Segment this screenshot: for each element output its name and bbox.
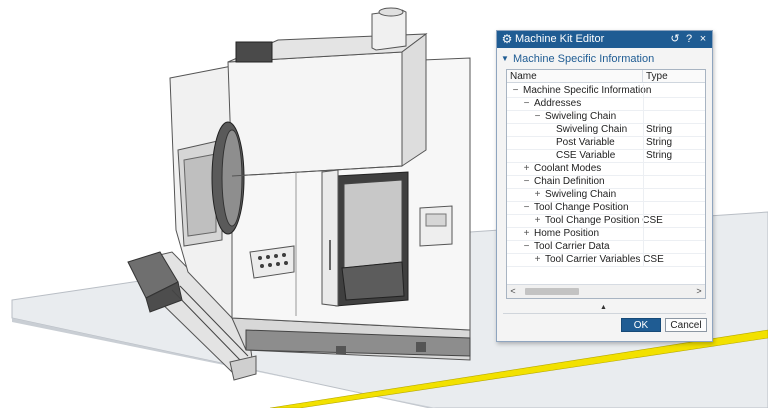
- column-header-type[interactable]: Type: [643, 70, 705, 83]
- horizontal-scrollbar[interactable]: < >: [507, 284, 705, 298]
- reset-icon[interactable]: ↺: [669, 32, 681, 46]
- column-separator: [643, 188, 644, 201]
- tree-item-label: Home Position: [534, 228, 600, 239]
- column-separator: [643, 162, 644, 175]
- tree-item-label: Addresses: [534, 98, 582, 109]
- expand-icon[interactable]: +: [522, 227, 531, 240]
- divider: [503, 313, 706, 314]
- column-separator: [643, 201, 644, 214]
- tree-item-type: String: [646, 150, 673, 161]
- collapse-icon[interactable]: −: [522, 175, 531, 188]
- scroll-left-icon[interactable]: <: [507, 285, 519, 298]
- column-header-name[interactable]: Name: [507, 70, 643, 83]
- column-separator: [643, 240, 644, 253]
- tree-item-label: Coolant Modes: [534, 163, 602, 174]
- collapse-icon[interactable]: −: [522, 97, 531, 110]
- tree-row[interactable]: − Machine Specific Information: [507, 84, 705, 98]
- tree-row[interactable]: + Home Position: [507, 227, 705, 241]
- tree-row[interactable]: Swiveling Chain String: [507, 123, 705, 137]
- cancel-button[interactable]: Cancel: [665, 318, 707, 332]
- column-separator: [643, 110, 644, 123]
- tree-row[interactable]: + Tool Carrier Variables CSE: [507, 253, 705, 267]
- column-separator: [643, 214, 644, 227]
- tree-row[interactable]: Post Variable String: [507, 136, 705, 150]
- dialog-titlebar[interactable]: ⚙ Machine Kit Editor ↺ ? ×: [497, 31, 712, 48]
- column-separator: [643, 149, 644, 162]
- tree-item-type: String: [646, 137, 673, 148]
- collapse-icon[interactable]: −: [522, 201, 531, 214]
- tree-item-label: Tool Carrier Data: [534, 241, 610, 252]
- expand-icon[interactable]: +: [533, 214, 542, 227]
- tree-item-label: CSE Variable: [556, 150, 616, 161]
- expand-icon[interactable]: +: [522, 162, 531, 175]
- dialog-title: Machine Kit Editor: [515, 33, 605, 45]
- tree-item-label: Machine Specific Information: [523, 85, 652, 96]
- tree-row[interactable]: − Tool Carrier Data: [507, 240, 705, 254]
- expand-icon[interactable]: +: [533, 188, 542, 201]
- tree-item-label: Tool Change Position: [534, 202, 629, 213]
- leaf-spacer: [544, 123, 553, 136]
- tree-item-label: Swiveling Chain: [556, 124, 628, 135]
- section-header[interactable]: ▼ Machine Specific Information: [501, 52, 706, 66]
- tree-item-label: Swiveling Chain: [545, 189, 617, 200]
- column-separator: [643, 253, 644, 266]
- tree-row[interactable]: + Tool Change Position CSE: [507, 214, 705, 228]
- tree-row[interactable]: − Swiveling Chain: [507, 110, 705, 124]
- leaf-spacer: [544, 149, 553, 162]
- tree-row[interactable]: + Coolant Modes: [507, 162, 705, 176]
- chevron-down-icon: ▼: [501, 54, 509, 63]
- help-icon[interactable]: ?: [683, 32, 695, 46]
- tree-item-label: Chain Definition: [534, 176, 605, 187]
- tree-item-label: Swiveling Chain: [545, 111, 617, 122]
- section-title: Machine Specific Information: [513, 53, 655, 65]
- scrollbar-thumb[interactable]: [525, 288, 579, 295]
- machine-kit-editor-dialog: ⚙ Machine Kit Editor ↺ ? × ▼ Machine Spe…: [496, 30, 713, 342]
- collapse-icon[interactable]: −: [522, 240, 531, 253]
- gear-icon: ⚙: [501, 32, 513, 46]
- column-separator: [643, 136, 644, 149]
- ok-button[interactable]: OK: [621, 318, 661, 332]
- expand-icon[interactable]: +: [533, 253, 542, 266]
- tree-row[interactable]: − Tool Change Position: [507, 201, 705, 215]
- tree-row[interactable]: − Chain Definition: [507, 175, 705, 189]
- chevron-up-icon[interactable]: ▲: [600, 304, 607, 312]
- tree-item-label: Tool Change Position CSE: [545, 215, 663, 226]
- tree-item-label: Tool Carrier Variables CSE: [545, 254, 664, 265]
- tree-item-label: Post Variable: [556, 137, 615, 148]
- tree-row[interactable]: − Addresses: [507, 97, 705, 111]
- column-separator: [643, 227, 644, 240]
- close-icon[interactable]: ×: [697, 32, 709, 46]
- tree-table[interactable]: Name Type − Machine Specific Information −…: [506, 69, 706, 299]
- panel-splitter[interactable]: ▲: [497, 304, 712, 312]
- column-separator: [643, 123, 644, 136]
- tree-item-type: String: [646, 124, 673, 135]
- leaf-spacer: [544, 136, 553, 149]
- column-separator: [643, 84, 644, 97]
- tree-row[interactable]: CSE Variable String: [507, 149, 705, 163]
- tree-row[interactable]: + Swiveling Chain: [507, 188, 705, 202]
- collapse-icon[interactable]: −: [533, 110, 542, 123]
- collapse-icon[interactable]: −: [511, 84, 520, 97]
- column-separator: [643, 175, 644, 188]
- scroll-right-icon[interactable]: >: [693, 285, 705, 298]
- column-separator: [643, 97, 644, 110]
